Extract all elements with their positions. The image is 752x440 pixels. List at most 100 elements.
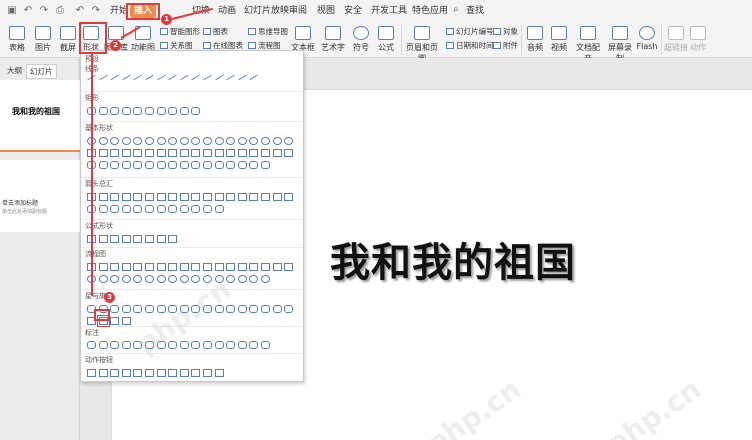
shape-item[interactable]: [133, 263, 143, 271]
action-button[interactable]: 动作: [688, 26, 708, 53]
shape-item[interactable]: [179, 305, 189, 313]
shape-item[interactable]: [110, 161, 120, 169]
slide-title[interactable]: 我和我的祖国: [330, 230, 576, 288]
shape-item[interactable]: [98, 193, 108, 201]
shape-item[interactable]: [168, 161, 178, 169]
shape-item[interactable]: [145, 74, 154, 81]
shape-item[interactable]: [272, 137, 282, 145]
redo-arrow-icon[interactable]: ↷: [90, 5, 102, 17]
shape-item[interactable]: [203, 369, 212, 377]
shape-item[interactable]: [168, 235, 178, 243]
symbol-button[interactable]: 符号: [350, 26, 372, 53]
shape-item[interactable]: [191, 369, 201, 377]
shape-item[interactable]: [110, 263, 120, 271]
tab-view[interactable]: 视图: [313, 4, 339, 18]
shape-item[interactable]: [179, 193, 189, 201]
shape-item[interactable]: [249, 263, 259, 271]
shape-item[interactable]: [203, 275, 212, 283]
shape-item[interactable]: [98, 107, 108, 115]
shape-item[interactable]: [179, 263, 189, 271]
shape-item[interactable]: [98, 149, 108, 157]
shape-item[interactable]: [249, 74, 259, 81]
shape-item[interactable]: [110, 341, 120, 349]
tab-slides[interactable]: 幻灯片: [26, 64, 57, 79]
shape-item[interactable]: [214, 305, 224, 313]
shape-item[interactable]: [121, 149, 131, 157]
shape-item[interactable]: [284, 305, 294, 313]
shape-item[interactable]: [237, 149, 247, 157]
shape-item[interactable]: [214, 74, 224, 81]
shape-item[interactable]: [133, 235, 143, 243]
shape-item[interactable]: [179, 341, 189, 349]
shape-item[interactable]: [284, 193, 294, 201]
shape-item[interactable]: [98, 275, 108, 283]
shape-item[interactable]: [261, 137, 270, 145]
tab-features[interactable]: 特色应用: [408, 4, 452, 18]
shape-item[interactable]: [249, 137, 259, 145]
slide-thumbnail-2[interactable]: 单击添加标题 单击此处添加副标题: [0, 160, 80, 232]
shape-item[interactable]: [214, 149, 224, 157]
shape-item[interactable]: [133, 369, 143, 377]
undo-arrow-icon[interactable]: ↶: [74, 5, 86, 17]
shape-item[interactable]: [237, 193, 247, 201]
shape-item[interactable]: [110, 193, 120, 201]
shape-item[interactable]: [122, 74, 131, 81]
shape-item[interactable]: [110, 137, 120, 145]
shape-item[interactable]: [203, 161, 212, 169]
shape-item[interactable]: [168, 137, 178, 145]
textbox-button[interactable]: 文本框: [291, 26, 315, 53]
mindmap-button[interactable]: 思维导图: [248, 26, 288, 37]
shape-item[interactable]: [121, 205, 131, 213]
shape-item[interactable]: [133, 137, 143, 145]
shape-item[interactable]: [261, 161, 270, 169]
tab-animation[interactable]: 动画: [214, 4, 240, 18]
shape-item[interactable]: [238, 74, 247, 81]
flash-button[interactable]: Flash: [636, 26, 658, 51]
shape-item[interactable]: [179, 137, 189, 145]
object-button[interactable]: 对象: [493, 26, 518, 37]
hyperlink-button[interactable]: 超链接: [664, 26, 688, 53]
shape-item[interactable]: [168, 74, 177, 81]
shape-item[interactable]: [121, 341, 131, 349]
shape-item[interactable]: [121, 193, 131, 201]
shape-item[interactable]: [145, 205, 154, 213]
shape-item[interactable]: [226, 149, 236, 157]
shape-item[interactable]: [249, 149, 259, 157]
audio-button[interactable]: 音频: [524, 26, 546, 53]
shape-item[interactable]: [203, 341, 212, 349]
shape-item[interactable]: [191, 205, 201, 213]
print-icon[interactable]: ⎙: [54, 5, 66, 17]
shape-item[interactable]: [180, 74, 189, 81]
date-time-button[interactable]: 日期和时间: [446, 40, 494, 51]
wordart-button[interactable]: 艺术字: [320, 26, 346, 53]
shape-item[interactable]: [121, 275, 131, 283]
shape-item[interactable]: [272, 149, 282, 157]
shape-item[interactable]: [261, 341, 270, 349]
shape-item[interactable]: [203, 74, 212, 81]
shape-item[interactable]: [203, 149, 212, 157]
shape-item[interactable]: [226, 263, 236, 271]
shape-item[interactable]: [272, 193, 282, 201]
shape-item[interactable]: [121, 235, 131, 243]
shape-item[interactable]: [121, 161, 131, 169]
video-button[interactable]: 视频: [548, 26, 570, 53]
shape-item[interactable]: [133, 275, 143, 283]
shape-item[interactable]: [156, 137, 166, 145]
shape-item[interactable]: [121, 317, 131, 325]
shape-item[interactable]: [133, 305, 143, 313]
shape-item[interactable]: [145, 369, 154, 377]
shape-item[interactable]: [145, 341, 154, 349]
search-label[interactable]: 查找: [462, 4, 488, 18]
shape-item[interactable]: [145, 263, 154, 271]
tab-review[interactable]: 审阅: [285, 4, 311, 18]
shape-item[interactable]: [133, 149, 143, 157]
shape-item[interactable]: [121, 107, 131, 115]
shape-item[interactable]: [191, 149, 201, 157]
shape-item[interactable]: [156, 275, 166, 283]
shape-item[interactable]: [203, 193, 212, 201]
shape-item[interactable]: [121, 137, 131, 145]
shape-item[interactable]: [226, 341, 236, 349]
shape-item[interactable]: [168, 107, 178, 115]
shape-item[interactable]: [237, 305, 247, 313]
shape-item[interactable]: [110, 305, 120, 313]
